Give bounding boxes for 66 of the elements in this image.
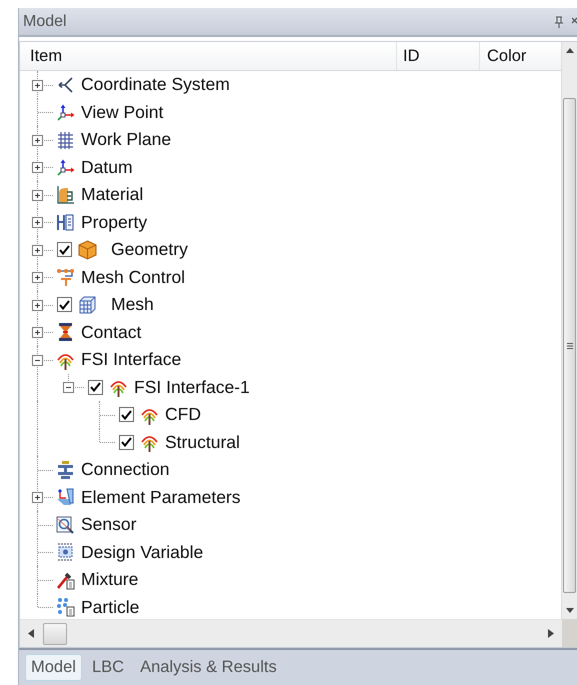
tree-item-label[interactable]: Mixture (81, 569, 138, 590)
tree-item-label[interactable]: Particle (81, 596, 140, 618)
tree-item-label[interactable]: Design Variable (81, 542, 204, 563)
axes-icon (56, 102, 75, 122)
branch-arrows-icon (56, 74, 75, 95)
mesh-cube-icon (78, 294, 97, 315)
tree-item-label[interactable]: Work Plane (81, 129, 172, 150)
checkbox[interactable] (57, 297, 72, 312)
scrollbar-corner (562, 619, 577, 647)
vertical-scrollbar[interactable] (561, 42, 577, 619)
column-header[interactable]: Item (20, 42, 397, 70)
scroll-thumb[interactable] (43, 622, 67, 644)
scroll-left-arrow-icon[interactable] (28, 629, 34, 638)
expand-toggle[interactable] (32, 492, 43, 504)
tab[interactable]: Analysis & Results (134, 654, 283, 681)
tree-item-label[interactable]: Mesh (111, 294, 154, 316)
tab[interactable]: Model (25, 654, 82, 681)
tree-item-label[interactable]: View Point (81, 102, 164, 123)
checkbox[interactable] (88, 380, 103, 395)
expand-toggle[interactable] (32, 162, 43, 174)
checkbox[interactable] (119, 434, 134, 450)
column-header[interactable]: ID (397, 42, 480, 70)
collapse-toggle[interactable] (63, 382, 74, 394)
scroll-thumb[interactable] (563, 98, 576, 593)
scroll-right-arrow-icon[interactable] (548, 629, 554, 638)
tree-item-label[interactable]: Mesh Control (81, 266, 186, 288)
horizontal-scrollbar[interactable] (20, 619, 562, 647)
tree-item-label[interactable]: Material (81, 184, 144, 206)
tree-item-label[interactable]: Datum (81, 156, 133, 178)
panel-title: Model (23, 12, 68, 30)
design-variable-icon (56, 542, 75, 562)
tree-item-label[interactable]: Connection (81, 459, 170, 480)
property-document-icon (56, 212, 75, 232)
checkbox[interactable] (57, 242, 72, 258)
checkbox[interactable] (119, 407, 134, 422)
expand-toggle[interactable] (32, 80, 43, 91)
tree-item-label[interactable]: Geometry (111, 239, 188, 260)
expand-toggle[interactable] (32, 327, 43, 338)
expand-toggle[interactable] (32, 134, 43, 146)
tree-item-label[interactable]: CFD (165, 404, 201, 426)
tab[interactable]: LBC (86, 654, 130, 681)
axes-icon (56, 157, 75, 178)
material-chart-icon (56, 184, 75, 205)
particles-document-icon (56, 597, 75, 618)
tree-item-label[interactable]: Sensor (81, 514, 136, 536)
mesh-control-icon (56, 267, 75, 288)
expand-toggle[interactable] (32, 272, 43, 284)
tree-item-label[interactable]: Property (81, 212, 148, 233)
tree-item-label[interactable]: Structural (165, 432, 240, 453)
tree-item-label[interactable]: Contact (81, 322, 142, 343)
hourglass-icon (56, 322, 75, 342)
expand-toggle[interactable] (32, 244, 43, 256)
expand-toggle[interactable] (32, 300, 43, 311)
tree-item-label[interactable]: FSI Interface (81, 349, 182, 370)
tree-item-label[interactable]: Element Parameters (81, 486, 241, 508)
cube-icon (78, 240, 97, 260)
tree-item-label[interactable]: Coordinate System (81, 74, 230, 96)
collapse-toggle[interactable] (32, 354, 43, 366)
sensor-magnifier-icon (56, 514, 75, 535)
tree-item-label[interactable]: FSI Interface-1 (134, 376, 250, 398)
expand-toggle[interactable] (32, 217, 43, 228)
element-parameters-icon (56, 487, 75, 508)
pin-icon[interactable] (554, 16, 564, 28)
expand-toggle[interactable] (32, 190, 43, 201)
connection-icon (56, 460, 75, 480)
grid-icon (56, 130, 75, 150)
